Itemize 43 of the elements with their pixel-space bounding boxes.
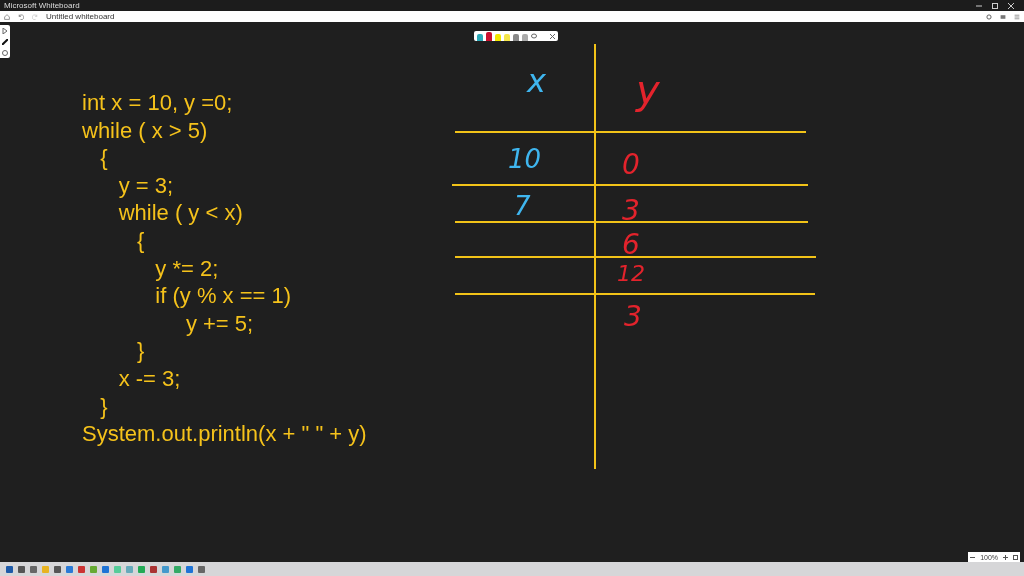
menu-icon[interactable] <box>1014 13 1020 20</box>
code-line: if (y % x == 1) <box>154 282 293 310</box>
pen-tool[interactable] <box>1 38 9 45</box>
code-line: while ( x > 5) <box>82 116 209 145</box>
handwritten-value: 3 <box>622 197 640 225</box>
share-icon[interactable] <box>1000 13 1006 20</box>
code-line: y = 3; <box>117 171 175 200</box>
code-line: while ( y < x) <box>117 199 244 227</box>
window-title: Microsoft Whiteboard <box>4 1 80 10</box>
code-line: } <box>99 392 109 421</box>
add-tool[interactable] <box>1 49 9 56</box>
code-line: x -= 3; <box>117 364 182 393</box>
pen-button[interactable] <box>477 34 483 41</box>
select-tool[interactable] <box>1 27 9 34</box>
code-line: { <box>99 144 109 172</box>
code-line: int x = 10, y =0; <box>82 89 234 117</box>
board-title[interactable]: Untitled whiteboard <box>46 12 115 21</box>
handwritten-value: 6 <box>622 231 640 259</box>
column-header: x <box>527 65 546 97</box>
code-line: y += 5; <box>184 309 255 338</box>
eraser-button[interactable] <box>513 34 519 41</box>
code-line: } <box>136 337 146 365</box>
home-icon[interactable] <box>4 13 10 20</box>
lasso-icon[interactable] <box>531 33 537 39</box>
settings-icon[interactable] <box>986 13 992 20</box>
handwritten-value: 3 <box>624 303 642 331</box>
close-button[interactable] <box>1008 2 1014 9</box>
zoom-out-icon[interactable] <box>970 554 976 560</box>
handwritten-value: 10 <box>508 146 542 172</box>
code-line: System.out.println(x + " " + y) <box>82 420 367 448</box>
zoom-in-icon[interactable] <box>1002 554 1008 560</box>
handwritten-value: 12 <box>617 263 645 285</box>
handwritten-value: 7 <box>514 193 531 219</box>
minimize-button[interactable] <box>976 2 982 9</box>
handwritten-value: 0 <box>622 151 640 179</box>
undo-icon[interactable] <box>18 13 24 20</box>
column-header: y <box>636 70 660 110</box>
maximize-button[interactable] <box>992 2 998 9</box>
code-line: y *= 2; <box>154 254 220 283</box>
code-line: { <box>136 226 146 255</box>
close-icon[interactable] <box>550 33 555 39</box>
fit-icon[interactable] <box>1012 554 1018 560</box>
pen-button[interactable] <box>486 32 492 41</box>
